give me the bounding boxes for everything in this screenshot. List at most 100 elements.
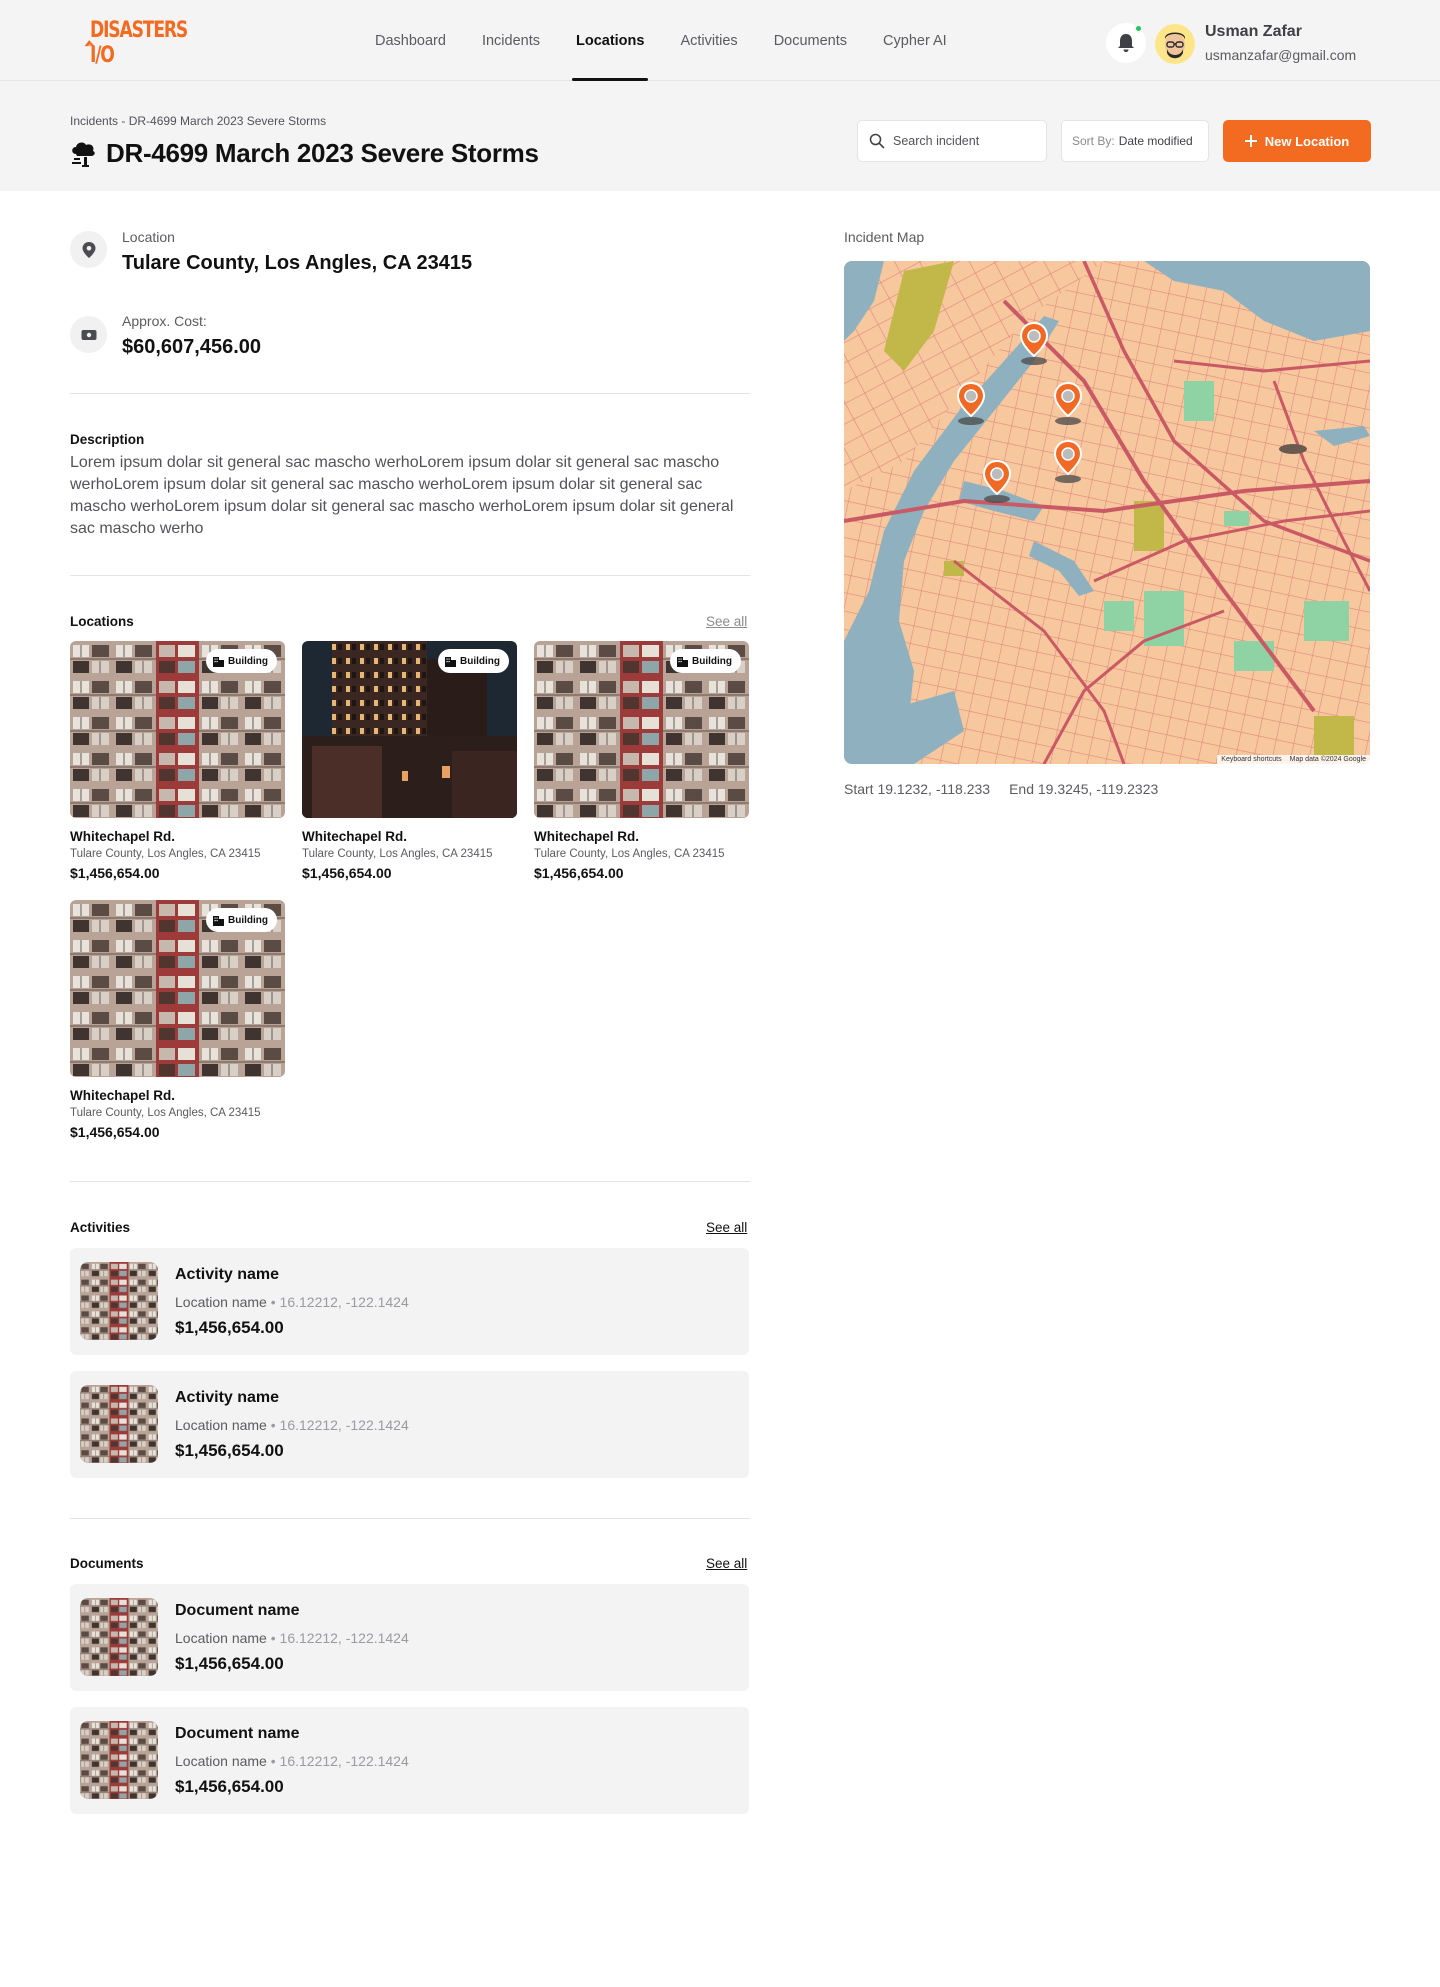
cost-value: $60,607,456.00: [122, 336, 262, 358]
location-name: Whitechapel Rd.: [534, 829, 640, 844]
document-location: Location name: [175, 1753, 267, 1769]
location-cost: $1,456,654.00: [302, 865, 392, 881]
sort-value: Date modified: [1118, 134, 1193, 148]
map-end-coords: End 19.3245, -119.2323: [1009, 781, 1159, 797]
location-card[interactable]: Building Whitechapel Rd. Tulare County, …: [534, 641, 749, 881]
incident-map[interactable]: Keyboard shortcuts Map data ©2024 Google: [844, 261, 1370, 764]
document-name: Document name: [175, 1725, 300, 1742]
activity-meta: Location name • 16.12212, -122.1424: [175, 1294, 409, 1310]
document-cost: $1,456,654.00: [175, 1654, 284, 1673]
sort-label: Sort By:: [1072, 134, 1115, 148]
map-coordinates: Start 19.1232, -118.233 End 19.3245, -11…: [844, 781, 1158, 797]
notifications-button[interactable]: [1106, 23, 1146, 63]
documents-title: Documents: [70, 1556, 144, 1571]
activity-thumbnail: [80, 1262, 158, 1340]
cost-badge: [70, 316, 107, 353]
activity-location: Location name: [175, 1417, 267, 1433]
storm-cloud-icon: [72, 142, 95, 167]
activity-name: Activity name: [175, 1389, 280, 1406]
bell-icon: [1118, 34, 1134, 52]
page-title: DR-4699 March 2023 Severe Storms: [106, 138, 539, 168]
search-input[interactable]: [893, 134, 1033, 148]
map-canvas: [844, 261, 1370, 764]
location-photo: Building: [70, 900, 285, 1077]
nav-tab-activities[interactable]: Activities: [662, 0, 755, 81]
location-name: Whitechapel Rd.: [70, 829, 176, 844]
cost-label: Approx. Cost:: [122, 313, 207, 329]
activity-thumbnail: [80, 1385, 158, 1463]
location-photo: Building: [302, 641, 517, 818]
document-meta: Location name • 16.12212, -122.1424: [175, 1753, 409, 1769]
divider: [70, 1518, 750, 1519]
main-nav: Dashboard Incidents Locations Activities…: [357, 0, 965, 81]
activities-title: Activities: [70, 1220, 131, 1235]
location-name: Whitechapel Rd.: [70, 1088, 176, 1103]
nav-tab-incidents[interactable]: Incidents: [464, 0, 558, 81]
location-photo: Building: [70, 641, 285, 818]
document-card[interactable]: Document name Location name • 16.12212, …: [70, 1584, 749, 1691]
location-cost: $1,456,654.00: [534, 865, 624, 881]
activity-coords: 16.12212, -122.1424: [279, 1294, 409, 1310]
document-thumbnail: [80, 1598, 158, 1676]
activity-name: Activity name: [175, 1266, 280, 1283]
location-photo: Building: [534, 641, 749, 818]
description-title: Description: [70, 432, 145, 447]
documents-see-all-link[interactable]: See all: [706, 1556, 747, 1571]
location-value: Tulare County, Los Angles, CA 23415: [122, 252, 473, 274]
divider: [70, 393, 750, 394]
new-location-label: New Location: [1264, 133, 1350, 149]
nav-tab-locations[interactable]: Locations: [558, 0, 662, 81]
location-pin-icon: [82, 241, 95, 258]
nav-tab-documents[interactable]: Documents: [756, 0, 865, 81]
new-location-button[interactable]: New Location: [1223, 120, 1371, 162]
document-location: Location name: [175, 1630, 267, 1646]
user-name: Usman Zafar: [1205, 23, 1302, 40]
location-name: Whitechapel Rd.: [302, 829, 408, 844]
search-icon: [869, 133, 885, 149]
document-coords: 16.12212, -122.1424: [279, 1630, 409, 1646]
user-email: usmanzafar@gmail.com: [1205, 47, 1357, 63]
avatar[interactable]: [1155, 24, 1195, 64]
plus-icon: [1244, 135, 1257, 147]
building-badge: Building: [670, 649, 741, 673]
badge-label: Building: [460, 655, 500, 667]
location-address: Tulare County, Los Angles, CA 23415: [534, 848, 725, 860]
map-title: Incident Map: [844, 229, 925, 245]
document-thumbnail: [80, 1721, 158, 1799]
activities-see-all-link[interactable]: See all: [706, 1220, 747, 1235]
cash-icon: [81, 329, 96, 340]
search-box[interactable]: [857, 120, 1047, 162]
document-card[interactable]: Document name Location name • 16.12212, …: [70, 1707, 749, 1814]
badge-label: Building: [228, 914, 268, 926]
location-address: Tulare County, Los Angles, CA 23415: [70, 1107, 261, 1119]
sort-dropdown[interactable]: Sort By: Date modified: [1061, 120, 1209, 162]
locations-title: Locations: [70, 614, 134, 629]
keyboard-shortcuts-link[interactable]: Keyboard shortcuts: [1221, 756, 1281, 763]
user-avatar-icon: [1165, 32, 1185, 59]
breadcrumb[interactable]: Incidents - DR-4699 March 2023 Severe St…: [70, 114, 326, 128]
activity-card[interactable]: Activity name Location name • 16.12212, …: [70, 1248, 749, 1355]
document-coords: 16.12212, -122.1424: [279, 1753, 409, 1769]
location-cost: $1,456,654.00: [70, 1124, 160, 1140]
location-card[interactable]: Building Whitechapel Rd. Tulare County, …: [70, 900, 285, 1140]
activity-card[interactable]: Activity name Location name • 16.12212, …: [70, 1371, 749, 1478]
location-address: Tulare County, Los Angles, CA 23415: [302, 848, 493, 860]
badge-label: Building: [692, 655, 732, 667]
map-start-coords: Start 19.1232, -118.233: [844, 781, 991, 797]
building-badge: Building: [206, 649, 277, 673]
notification-status-dot: [1134, 24, 1143, 33]
location-card[interactable]: Building Whitechapel Rd. Tulare County, …: [70, 641, 285, 881]
building-icon: [213, 915, 224, 926]
location-address: Tulare County, Los Angles, CA 23415: [70, 848, 261, 860]
divider: [70, 575, 750, 576]
activity-coords: 16.12212, -122.1424: [279, 1417, 409, 1433]
logo[interactable]: DISASTERS I/O: [84, 18, 214, 68]
activity-cost: $1,456,654.00: [175, 1441, 284, 1460]
map-data-credit: Map data ©2024 Google: [1289, 756, 1366, 763]
nav-tab-cypher-ai[interactable]: Cypher AI: [865, 0, 965, 81]
divider: [70, 1181, 750, 1182]
location-pin-badge: [70, 231, 107, 268]
locations-see-all-link[interactable]: See all: [706, 614, 747, 629]
location-card[interactable]: Building Whitechapel Rd. Tulare County, …: [302, 641, 517, 881]
nav-tab-dashboard[interactable]: Dashboard: [357, 0, 464, 81]
